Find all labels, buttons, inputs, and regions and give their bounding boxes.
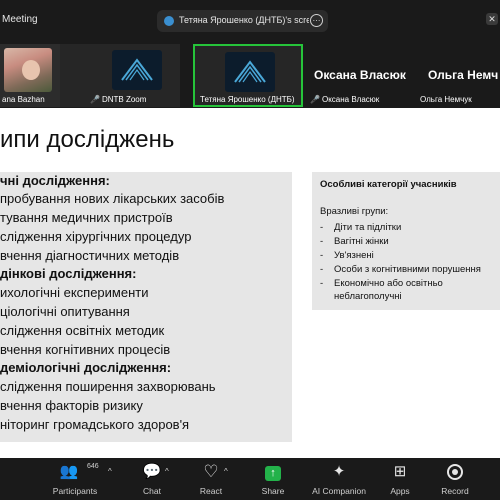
list-item: ніторинг громадського здоров'я [0, 417, 190, 432]
list-item: деміологічні дослідження: [0, 360, 172, 375]
list-item: тування медичних пристроїв [0, 210, 173, 225]
apps-label: Apps [390, 486, 410, 496]
participant-name: ana Bazhan [2, 95, 45, 104]
ai-companion-button[interactable]: ✦ AI Companion [309, 458, 369, 500]
sparkle-icon: ✦ [332, 463, 346, 480]
chat-button[interactable]: 💬 ^ Chat [122, 458, 182, 500]
list-item: Вагітні жінки [334, 236, 389, 247]
participant-tile-nemchuk[interactable]: Ольга Немч Ольга Немчук [416, 44, 500, 107]
slide-title: ипи досліджень [0, 126, 175, 153]
participant-tile-dntb-zoom[interactable]: 🎤 DNTB Zoom [60, 44, 180, 107]
chat-label: Chat [143, 486, 161, 496]
participant-display-name: Оксана Власюк [314, 68, 406, 82]
chevron-up-icon[interactable]: ^ [224, 467, 228, 476]
close-panel-icon[interactable]: ✕ [486, 13, 498, 25]
special-categories-box: Особливі категорії учасників Вразливі гр… [312, 172, 500, 310]
participant-tile-bazhan[interactable]: ana Bazhan [0, 44, 60, 107]
react-button[interactable]: ♡ ^ React [181, 458, 241, 500]
shared-screen-slide: ипи досліджень чні дослідження: пробуван… [0, 108, 500, 458]
participant-gallery: ana Bazhan 🎤 DNTB Zoom Тетяна Ярошенко (Д… [0, 44, 500, 108]
meeting-toolbar: 👥 646 ^ Participants 💬 ^ Chat ♡ ^ React … [0, 458, 500, 500]
participant-tile-active-speaker[interactable]: Тетяна Ярошенко (ДНТБ) [193, 44, 303, 107]
apps-button[interactable]: ⊞ Apps [370, 458, 430, 500]
list-item: вчення факторів ризику [0, 398, 143, 413]
screen-share-tab[interactable]: Тетяна Ярошенко (ДНТБ)'s scree ⋯ [157, 10, 328, 32]
list-item: ихологічні експерименти [0, 285, 149, 300]
more-options-icon[interactable]: ⋯ [310, 14, 323, 27]
share-tab-label: Тетяна Ярошенко (ДНТБ)'s scree [179, 15, 309, 25]
mic-muted-icon: 🎤 [90, 95, 100, 104]
record-button[interactable]: Record [425, 458, 485, 500]
box-heading: Особливі категорії учасників [320, 179, 457, 190]
window-title: Meeting [2, 14, 38, 25]
box-subheading: Вразливі групи: [320, 206, 389, 217]
participants-button[interactable]: 👥 646 ^ Participants [45, 458, 112, 500]
list-item: слідження освітніх методик [0, 323, 165, 338]
dntb-logo-icon [225, 52, 275, 92]
participant-name: Ольга Немчук [420, 95, 472, 104]
participant-count: 646 [87, 463, 99, 470]
record-label: Record [441, 486, 469, 496]
participants-label: Participants [52, 486, 98, 496]
participant-name: Оксана Власюк [321, 95, 380, 104]
list-item: слідження хірургічних процедур [0, 229, 192, 244]
react-label: React [199, 486, 223, 496]
share-button[interactable]: ↑ Share [243, 458, 303, 500]
mic-muted-icon: 🎤 [310, 95, 320, 104]
list-item: Економічно або освітньо [334, 278, 443, 289]
dntb-logo-icon [112, 50, 162, 90]
list-item: Ув'язнені [334, 250, 374, 261]
chevron-up-icon[interactable]: ^ [165, 467, 169, 476]
share-status-icon [164, 16, 174, 26]
participant-name: DNTB Zoom [101, 95, 147, 104]
chat-icon: 💬 [142, 463, 162, 480]
share-arrow-icon: ↑ [265, 466, 281, 481]
research-types-box: чні дослідження: пробування нових лікарс… [0, 172, 292, 442]
apps-grid-icon: ⊞ [393, 463, 407, 480]
record-icon [447, 464, 463, 480]
list-item: вчення діагностичних методів [0, 248, 180, 263]
participant-display-name: Ольга Немч [428, 68, 499, 82]
participant-photo [4, 48, 52, 92]
list-item: дінкові дослідження: [0, 266, 137, 281]
share-label: Share [261, 486, 285, 496]
top-bar: Meeting Тетяна Ярошенко (ДНТБ)'s scree ⋯… [0, 0, 500, 44]
list-item: чні дослідження: [0, 173, 110, 188]
ai-companion-label: AI Companion [312, 486, 366, 496]
heart-icon: ♡ [203, 462, 219, 481]
participant-name: Тетяна Ярошенко (ДНТБ) [200, 95, 295, 104]
list-item: слідження поширення захворювань [0, 379, 216, 394]
list-item: пробування нових лікарських засобів [0, 191, 225, 206]
list-item: вчення когнітивних процесів [0, 342, 171, 357]
participant-tile-vlasiuk[interactable]: Оксана Власюк 🎤 Оксана Власюк [308, 44, 413, 107]
list-item: ціологічні опитування [0, 304, 130, 319]
list-item-continuation: неблагополучні [334, 291, 402, 302]
list-item: Особи з когнітивними порушення [334, 264, 481, 275]
chevron-up-icon[interactable]: ^ [108, 467, 112, 476]
list-item: Діти та підлітки [334, 222, 402, 233]
